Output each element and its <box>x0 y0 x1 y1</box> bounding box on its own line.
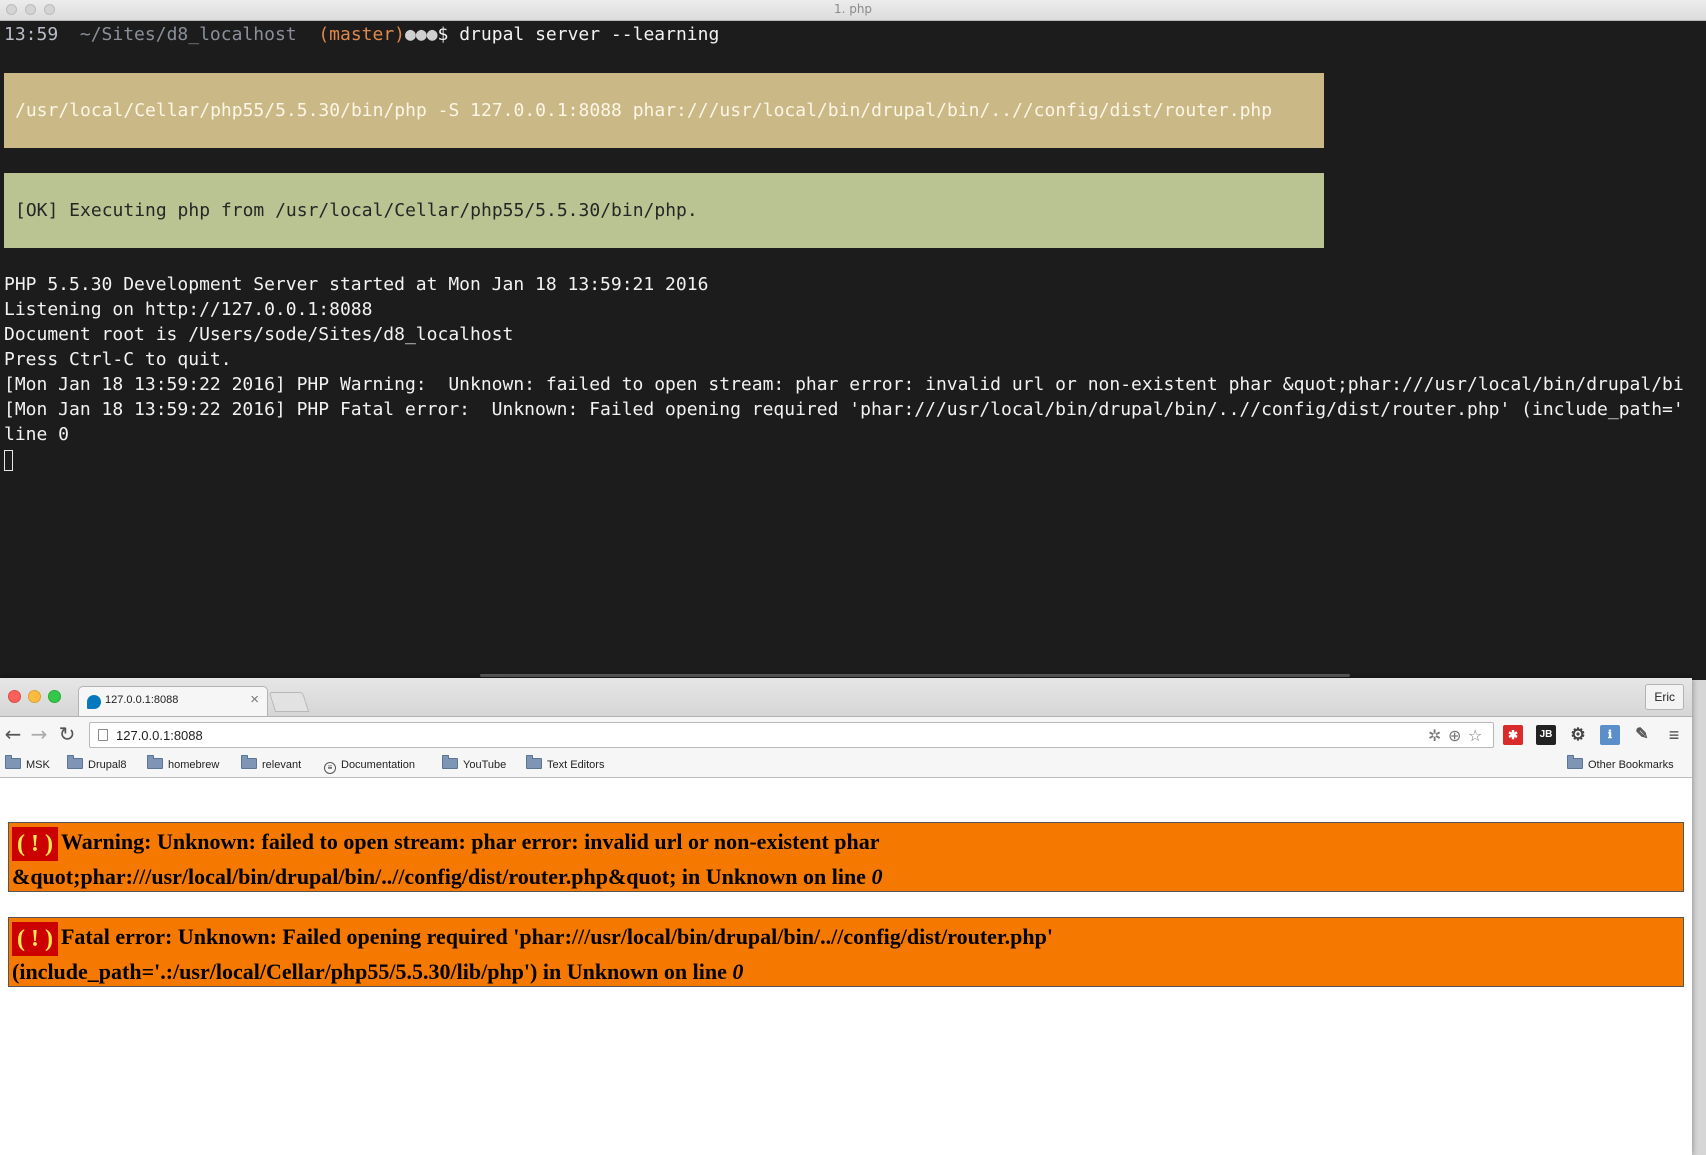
php-warning-box: ( ! ) Warning: Unknown: failed to open st… <box>8 822 1684 892</box>
bookmark-star-icon[interactable]: ☆ <box>1468 726 1482 745</box>
folder-icon <box>1567 755 1583 769</box>
fatal-line-number: 0 <box>732 959 744 984</box>
bookmark-label: Drupal8 <box>88 759 127 771</box>
folder-icon <box>5 755 21 769</box>
window-minimize-button[interactable] <box>28 690 41 703</box>
bookmark-item[interactable]: Text Editors <box>526 755 605 774</box>
prompt-path: ~/Sites/d8_localhost <box>79 24 297 45</box>
address-url[interactable]: 127.0.0.1:8088 <box>116 728 203 743</box>
page-content: ( ! ) Warning: Unknown: failed to open st… <box>0 778 1692 1155</box>
prompt-time: 13:59 <box>4 24 59 45</box>
tab-close-icon[interactable]: × <box>250 691 259 708</box>
bookmark-item[interactable]: YouTube <box>442 755 507 774</box>
window-maximize-button[interactable] <box>48 690 61 703</box>
extension-blue-icon[interactable]: ℹ <box>1600 725 1620 745</box>
exclamation-icon: ( ! ) <box>12 827 58 861</box>
log-line: [Mon Jan 18 13:59:22 2016] PHP Warning: … <box>4 374 1684 395</box>
warning-text-cont: &quot;phar:///usr/local/bin/drupal/bin/.… <box>12 864 872 889</box>
other-bookmarks-label: Other Bookmarks <box>1588 759 1674 771</box>
ok-message-block: [OK] Executing php from /usr/local/Cella… <box>4 173 1324 248</box>
browser-toolbar: ← → ↻ 127.0.0.1:8088 ✲ ⊕ ☆ ✱ JB ⚙ ℹ ✎ ≡ <box>0 717 1692 753</box>
php-fatal-error-box: ( ! ) Fatal error: Unknown: Failed openin… <box>8 917 1684 987</box>
zoom-icon[interactable]: ⊕ <box>1448 726 1461 745</box>
bookmark-item[interactable]: homebrew <box>147 755 220 774</box>
bookmark-label: Text Editors <box>547 759 605 771</box>
terminal-title: 1. php <box>833 2 873 16</box>
profile-button[interactable]: Eric <box>1645 684 1684 710</box>
log-line: Press Ctrl-C to quit. <box>4 349 232 370</box>
tab-title: 127.0.0.1:8088 <box>105 694 179 706</box>
bookmark-label: Documentation <box>341 759 415 771</box>
folder-icon <box>241 755 257 769</box>
bookmark-label: YouTube <box>463 759 507 771</box>
exclamation-icon: ( ! ) <box>12 922 58 956</box>
forward-arrow-icon[interactable]: → <box>28 723 50 745</box>
pen-extension-icon[interactable]: ✎ <box>1632 725 1652 745</box>
terminal-titlebar[interactable]: 1. php <box>0 0 1706 21</box>
fatal-line-2: (include_path='.:/usr/local/Cellar/php55… <box>12 956 1683 987</box>
prompt-symbol: $ <box>437 24 449 45</box>
warning-line-1: ( ! ) Warning: Unknown: failed to open st… <box>12 826 1683 861</box>
bookmark-item[interactable]: MSK <box>5 755 50 774</box>
fatal-line-1: ( ! ) Fatal error: Unknown: Failed openin… <box>12 921 1683 956</box>
settings-gear-icon[interactable]: ⚙ <box>1568 725 1588 745</box>
address-bar[interactable]: 127.0.0.1:8088 ✲ ⊕ ☆ <box>89 722 1494 748</box>
terminal-scrollbar[interactable] <box>480 674 1350 677</box>
jetbrains-extension-icon[interactable]: JB <box>1536 725 1556 745</box>
terminal-window[interactable]: 1. php 13:59 ~/Sites/d8_localhost (maste… <box>0 0 1706 680</box>
browser-tabstrip: 127.0.0.1:8088 × Eric <box>0 678 1692 717</box>
log-line: PHP 5.5.30 Development Server started at… <box>4 274 709 295</box>
folder-icon <box>67 755 83 769</box>
back-arrow-icon[interactable]: ← <box>2 723 24 745</box>
prompt-branch: (master) <box>318 24 406 45</box>
warning-line-2: &quot;phar:///usr/local/bin/drupal/bin/.… <box>12 861 1683 892</box>
bookmark-item[interactable]: relevant <box>241 755 302 774</box>
extension-gear-icon[interactable]: ✲ <box>1428 726 1441 745</box>
bookmark-label: homebrew <box>168 759 220 771</box>
warning-text: Warning: Unknown: failed to open stream:… <box>60 829 880 854</box>
exec-command-block: /usr/local/Cellar/php55/5.5.30/bin/php -… <box>4 73 1324 148</box>
warning-line-number: 0 <box>871 864 883 889</box>
log-line: line 0 <box>4 424 70 445</box>
prompt-status-dots: ●●● <box>405 24 438 45</box>
bookmarks-bar: MSK Drupal8 homebrew relevant ≡ Documenta… <box>0 753 1692 778</box>
bookmark-item[interactable]: ≡ Documentation <box>324 756 415 774</box>
page-icon: ≡ <box>324 762 336 774</box>
folder-icon <box>147 755 163 769</box>
cursor-line <box>4 447 1706 472</box>
log-line: [Mon Jan 18 13:59:22 2016] PHP Fatal err… <box>4 399 1684 420</box>
bookmark-label: MSK <box>26 759 50 771</box>
terminal-log: PHP 5.5.30 Development Server started at… <box>4 272 1706 472</box>
folder-icon <box>442 755 458 769</box>
folder-icon <box>526 755 542 769</box>
fatal-text-cont: (include_path='.:/usr/local/Cellar/php55… <box>12 959 733 984</box>
menu-icon[interactable]: ≡ <box>1664 725 1684 745</box>
reload-icon[interactable]: ↻ <box>56 723 78 745</box>
tab-active[interactable]: 127.0.0.1:8088 × <box>78 686 268 716</box>
other-bookmarks[interactable]: Other Bookmarks <box>1567 755 1674 774</box>
log-line: Document root is /Users/sode/Sites/d8_lo… <box>4 324 514 345</box>
log-line: Listening on http://127.0.0.1:8088 <box>4 299 373 320</box>
prompt-command: drupal server --learning <box>459 24 720 45</box>
extension-red-icon[interactable]: ✱ <box>1503 725 1523 745</box>
terminal-prompt-line: 13:59 ~/Sites/d8_localhost (master)●●●$ … <box>4 22 1706 47</box>
new-tab-button[interactable] <box>268 692 310 712</box>
page-icon <box>98 729 108 741</box>
browser-window[interactable]: 127.0.0.1:8088 × Eric ← → ↻ 127.0.0.1:80… <box>0 678 1692 1155</box>
bookmark-item[interactable]: Drupal8 <box>67 755 127 774</box>
bookmark-label: relevant <box>262 759 302 771</box>
drupal-favicon-icon <box>87 695 101 709</box>
window-close-button[interactable] <box>8 690 21 703</box>
fatal-text: Fatal error: Unknown: Failed opening req… <box>60 924 1053 949</box>
terminal-cursor[interactable] <box>4 449 13 471</box>
